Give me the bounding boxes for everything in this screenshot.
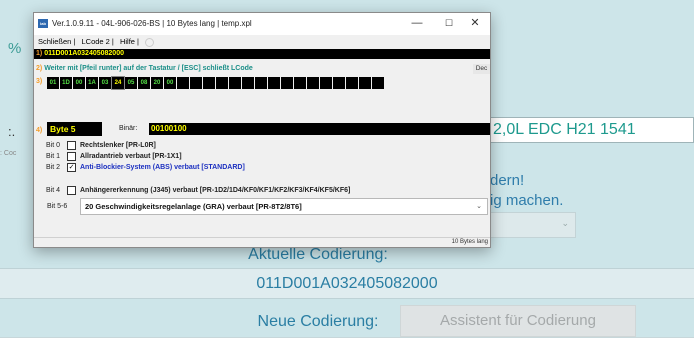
circle-icon: [145, 37, 155, 47]
bit-checkbox[interactable]: [67, 141, 76, 150]
byte-cell[interactable]: 05: [125, 77, 137, 89]
byte-cell[interactable]: 08: [138, 77, 150, 89]
bit-description: Allradantrieb verbaut [PR-1X1]: [80, 153, 182, 160]
instruction-label: Weiter mit [Pfeil runter] auf der Tastat…: [44, 65, 253, 72]
binary-label: Binär:: [119, 125, 138, 132]
row-number: 2): [36, 65, 43, 72]
new-coding-input[interactable]: [0, 337, 694, 353]
title-bar[interactable]: lab Ver.1.0.9.11 - 04L-906-026-BS | 10 B…: [34, 13, 490, 35]
menu-bar: Schließen | LCode 2 | Hilfe |: [34, 35, 490, 49]
bit-checkbox[interactable]: [67, 152, 76, 161]
byte-cell[interactable]: 01: [47, 77, 59, 89]
byte-cell[interactable]: 20: [151, 77, 163, 89]
left-small-label: : Coc: [0, 150, 17, 157]
disabled-dropdown: ⌄: [488, 212, 576, 238]
byte-cell[interactable]: [268, 77, 280, 89]
lcode-window: lab Ver.1.0.9.11 - 04L-906-026-BS | 10 B…: [33, 12, 491, 248]
byte-label: Byte 5: [47, 122, 102, 136]
warning-text-line2: ig machen.: [490, 192, 564, 209]
bit56-selected-value: 20 Geschwindigkeitsregelanlage (GRA) ver…: [85, 202, 302, 211]
bit-id: Bit 2: [46, 164, 61, 171]
bit56-dropdown[interactable]: 20 Geschwindigkeitsregelanlage (GRA) ver…: [80, 198, 488, 215]
warning-text-line1: dern!: [490, 172, 525, 189]
instruction-text: 2) Weiter mit [Pfeil runter] auf der Tas…: [34, 65, 253, 72]
chevron-down-icon: ⌄: [561, 218, 569, 228]
status-bar: 10 Bytes lang: [34, 237, 490, 248]
byte-cell[interactable]: [229, 77, 241, 89]
bit-checkbox[interactable]: ✓: [67, 163, 76, 172]
byte-cell[interactable]: 00: [73, 77, 85, 89]
status-text: 10 Bytes lang: [451, 239, 488, 245]
percent-glyph: %: [8, 40, 22, 57]
close-button[interactable]: ✕: [458, 13, 492, 35]
row-number: 3): [36, 78, 43, 85]
menu-help[interactable]: Hilfe |: [120, 37, 139, 46]
window-title: Ver.1.0.9.11 - 04L-906-026-BS | 10 Bytes…: [52, 19, 252, 28]
bit-id: Bit 4: [46, 187, 61, 194]
byte-cell[interactable]: [359, 77, 371, 89]
menu-lcode2[interactable]: LCode 2 |: [81, 37, 113, 46]
coding-string-bar: 1) 011D001A032405082000: [34, 49, 490, 59]
byte-cell[interactable]: 03: [99, 77, 111, 89]
minimize-button[interactable]: —: [400, 13, 434, 35]
menu-close[interactable]: Schließen |: [38, 37, 75, 46]
row-number: 1): [36, 50, 43, 57]
left-field-label: :.: [8, 124, 16, 139]
byte-cell[interactable]: 24: [111, 76, 125, 90]
coding-string: 011D001A032405082000: [44, 50, 124, 57]
bit-description: Rechtslenker [PR-L0R]: [80, 142, 156, 149]
byte-cell[interactable]: [372, 77, 384, 89]
byte-cell[interactable]: [333, 77, 345, 89]
byte-cell[interactable]: [242, 77, 254, 89]
byte-cell[interactable]: [216, 77, 228, 89]
ecu-info-field[interactable]: 2,0L EDC H21 1541: [488, 117, 694, 143]
bit-description: Anti-Blockier-System (ABS) verbaut [STAN…: [80, 164, 245, 171]
row-number: 4): [36, 127, 43, 134]
app-icon: lab: [38, 19, 48, 28]
byte-cell[interactable]: [203, 77, 215, 89]
bit56-label: Bit 5-6: [47, 203, 68, 210]
byte-cell[interactable]: [346, 77, 358, 89]
byte-cell[interactable]: 1A: [86, 77, 98, 89]
chevron-down-icon: ⌄: [476, 203, 482, 210]
binary-value-field: 00100100: [149, 123, 490, 135]
byte-cell[interactable]: [281, 77, 293, 89]
bit-id: Bit 0: [46, 142, 61, 149]
byte-cell[interactable]: 00: [164, 77, 176, 89]
byte-cell[interactable]: [320, 77, 332, 89]
current-coding-value: 011D001A032405082000: [0, 268, 694, 299]
bit-id: Bit 1: [46, 153, 61, 160]
byte-cell[interactable]: [255, 77, 267, 89]
dec-button[interactable]: Dec: [473, 64, 490, 74]
byte-cell[interactable]: [177, 77, 189, 89]
byte-cell[interactable]: [294, 77, 306, 89]
bit-description: Anhängererkennung (J345) verbaut [PR-1D2…: [80, 187, 351, 194]
byte-cell[interactable]: [307, 77, 319, 89]
coding-assistant-button[interactable]: Assistent für Codierung: [400, 305, 636, 337]
current-coding-label: Aktuelle Codierung:: [248, 246, 388, 263]
byte-cell[interactable]: 1D: [60, 77, 72, 89]
byte-cell[interactable]: [190, 77, 202, 89]
bit-checkbox[interactable]: [67, 186, 76, 195]
